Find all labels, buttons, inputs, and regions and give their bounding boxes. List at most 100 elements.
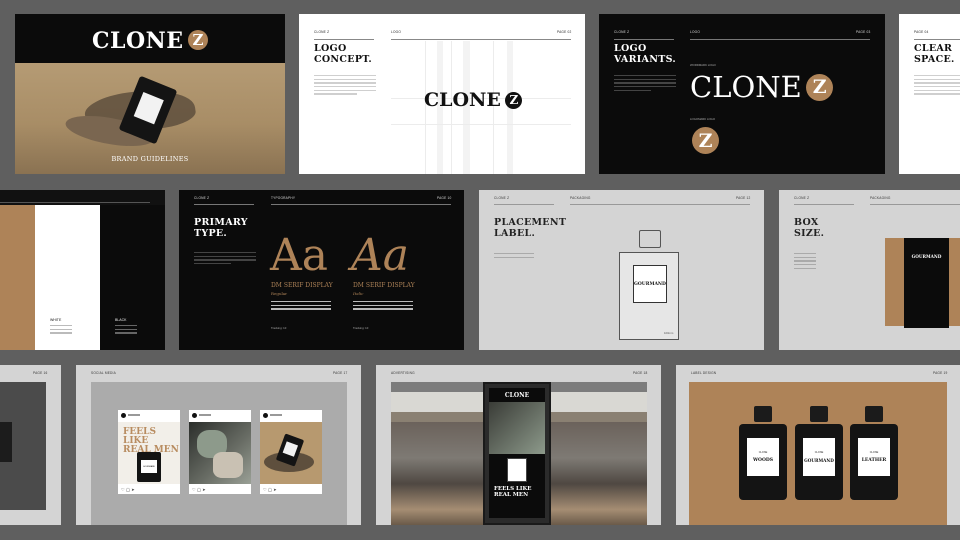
swatch-accent bbox=[0, 205, 35, 350]
slide-primary-type[interactable]: CLONE Z TYPOGRAPHY PAGE 10 PRIMARY TYPE.… bbox=[179, 190, 464, 350]
variant-label: WORDMARK LOGO bbox=[690, 63, 716, 67]
font-style: Regular bbox=[271, 291, 288, 296]
type-sample-regular: Aa bbox=[270, 230, 329, 281]
instagram-post[interactable]: FEELS LIKE REAL MEN GOURMAND ♡ ◯ ➤ bbox=[118, 410, 180, 494]
slide-header-left: SOCIAL MEDIA bbox=[91, 371, 116, 375]
bottle-outline: GOURMAND bbox=[619, 252, 679, 340]
bottle-woods: CLONE WOODS bbox=[739, 406, 787, 500]
glyph-set bbox=[353, 301, 413, 312]
slide-header-left: CLONE Z bbox=[314, 30, 330, 34]
slide-advertising[interactable]: ADVERTISING PAGE 18 CLONE FEELS LIKE REA… bbox=[376, 365, 661, 525]
billboard-photo bbox=[489, 402, 545, 454]
header-rule bbox=[870, 204, 960, 205]
body-paragraph bbox=[314, 75, 376, 97]
header-rule bbox=[0, 202, 150, 203]
slide-header-left: CLONE Z bbox=[194, 196, 210, 200]
bottle-gourmand: CLONE GOURMAND bbox=[795, 406, 843, 500]
post-image bbox=[189, 422, 251, 484]
tracking-note: Tracking: 10 bbox=[353, 326, 369, 330]
slide-header-left: CLONE Z bbox=[794, 196, 810, 200]
dimension-label: 100mm bbox=[664, 331, 674, 335]
swatch-white: WHITE bbox=[35, 205, 100, 350]
slide-header-page: PAGE 18 bbox=[633, 371, 648, 375]
bottle-image: GOURMAND bbox=[137, 452, 161, 482]
glyph-set bbox=[271, 301, 331, 312]
post-headline: FEELS LIKE REAL MEN bbox=[123, 427, 179, 455]
slide-cover[interactable]: CLONE Z BRAND GUIDELINES bbox=[15, 14, 285, 174]
z-logomark-icon: Z bbox=[692, 127, 719, 154]
cover-subtitle: BRAND GUIDELINES bbox=[111, 155, 189, 163]
station-photo: CLONE FEELS LIKE REAL MEN bbox=[391, 382, 647, 525]
slide-header-page: PAGE 03 bbox=[856, 30, 871, 34]
slide-clear-space[interactable]: PAGE 04 CLEAR SPACE. bbox=[899, 14, 960, 174]
slide-header-page: PAGE 02 bbox=[557, 30, 572, 34]
slide-color-palette[interactable]: PAGE 07 WHITE BLACK bbox=[0, 190, 165, 350]
body-paragraph bbox=[194, 252, 256, 267]
social-panel: FEELS LIKE REAL MEN GOURMAND ♡ ◯ ➤ ♡ ◯ ➤ bbox=[91, 382, 347, 525]
billboard-screen: CLONE FEELS LIKE REAL MEN bbox=[489, 388, 545, 518]
font-name: DM SERIF DISPLAY bbox=[271, 282, 333, 289]
post-actions-icon: ♡ ◯ ➤ bbox=[263, 487, 277, 492]
slide-header-mid: PACKAGING bbox=[870, 196, 891, 200]
instagram-post[interactable]: ♡ ◯ ➤ bbox=[260, 410, 322, 494]
slide-header-page: PAGE 16 bbox=[33, 371, 48, 375]
swatch-label: WHITE bbox=[50, 318, 62, 322]
slide-title: PLACEMENT LABEL. bbox=[494, 217, 567, 239]
header-rule bbox=[271, 204, 451, 205]
slide-photo[interactable]: PAGE 16 bbox=[0, 365, 61, 525]
avatar bbox=[192, 413, 197, 418]
slide-label-design[interactable]: LABEL DESIGN PAGE 19 CLONE WOODS CLONE G… bbox=[676, 365, 960, 525]
slide-box-size[interactable]: CLONE Z PACKAGING BOX SIZE. GOURMAND bbox=[779, 190, 960, 350]
body-paragraph bbox=[494, 253, 534, 260]
type-sample-italic: Aa bbox=[351, 230, 410, 281]
swatch-black: BLACK bbox=[100, 205, 165, 350]
label-placement: GOURMAND bbox=[633, 265, 667, 303]
header-rule bbox=[614, 39, 674, 40]
slide-title: LOGO CONCEPT. bbox=[314, 43, 373, 65]
instagram-post[interactable]: ♡ ◯ ➤ bbox=[189, 410, 251, 494]
slide-header-mid: LOGO bbox=[391, 30, 402, 34]
header-rule bbox=[914, 39, 960, 40]
slide-title: PRIMARY TYPE. bbox=[194, 217, 248, 239]
body-paragraph bbox=[614, 75, 676, 93]
slide-header-page: PAGE 10 bbox=[437, 196, 452, 200]
z-logomark-icon: Z bbox=[187, 30, 208, 50]
billboard-headline: FEELS LIKE REAL MEN bbox=[494, 486, 532, 498]
slide-logo-concept[interactable]: CLONE Z LOGO PAGE 02 LOGO CONCEPT. CLONE… bbox=[299, 14, 585, 174]
logo-concept-mark: CLONE Z bbox=[424, 89, 523, 111]
font-style: Italic bbox=[353, 291, 364, 296]
slide-title: LOGO VARIANTS. bbox=[614, 43, 676, 65]
slide-placement-label[interactable]: CLONE Z PACKAGING PAGE 12 PLACEMENT LABE… bbox=[479, 190, 764, 350]
label-panel: CLONE WOODS CLONE GOURMAND CLONE LEATHER bbox=[689, 382, 947, 525]
slide-header-page: PAGE 19 bbox=[933, 371, 948, 375]
slide-header-page: PAGE 17 bbox=[333, 371, 348, 375]
slide-title: CLEAR SPACE. bbox=[914, 43, 955, 65]
slide-header-left: CLONE Z bbox=[494, 196, 510, 200]
slide-header-left: CLONE Z bbox=[614, 30, 630, 34]
header-rule bbox=[570, 204, 750, 205]
z-logomark-icon: Z bbox=[806, 73, 834, 101]
billboard-logo: CLONE bbox=[504, 392, 530, 399]
slide-header-page: PAGE 04 bbox=[914, 30, 929, 34]
slide-social-media[interactable]: SOCIAL MEDIA PAGE 17 FEELS LIKE REAL MEN… bbox=[76, 365, 361, 525]
z-logomark-icon: Z bbox=[505, 91, 523, 109]
slide-header-left: ADVERTISING bbox=[391, 371, 415, 375]
swatch-label: BLACK bbox=[115, 318, 127, 322]
cover-photo: BRAND GUIDELINES bbox=[15, 63, 285, 174]
slide-header-left: LABEL DESIGN bbox=[691, 371, 717, 375]
slide-header-mid: LOGO bbox=[690, 30, 701, 34]
body-paragraph bbox=[914, 75, 960, 97]
avatar bbox=[263, 413, 268, 418]
tracking-note: Tracking: 10 bbox=[271, 326, 287, 330]
slide-logo-variants[interactable]: CLONE Z LOGO PAGE 03 LOGO VARIANTS. WORD… bbox=[599, 14, 885, 174]
header-rule bbox=[314, 39, 374, 40]
cover-wordmark: CLONE bbox=[92, 28, 184, 54]
billboard[interactable]: CLONE FEELS LIKE REAL MEN bbox=[483, 382, 551, 525]
post-actions-icon: ♡ ◯ ➤ bbox=[121, 487, 135, 492]
body-paragraph bbox=[794, 253, 816, 271]
header-rule bbox=[494, 204, 554, 205]
cover-logo: CLONE Z bbox=[15, 28, 285, 54]
post-image: FEELS LIKE REAL MEN GOURMAND bbox=[118, 422, 180, 484]
header-rule bbox=[391, 39, 571, 40]
font-name: DM SERIF DISPLAY bbox=[353, 282, 415, 289]
